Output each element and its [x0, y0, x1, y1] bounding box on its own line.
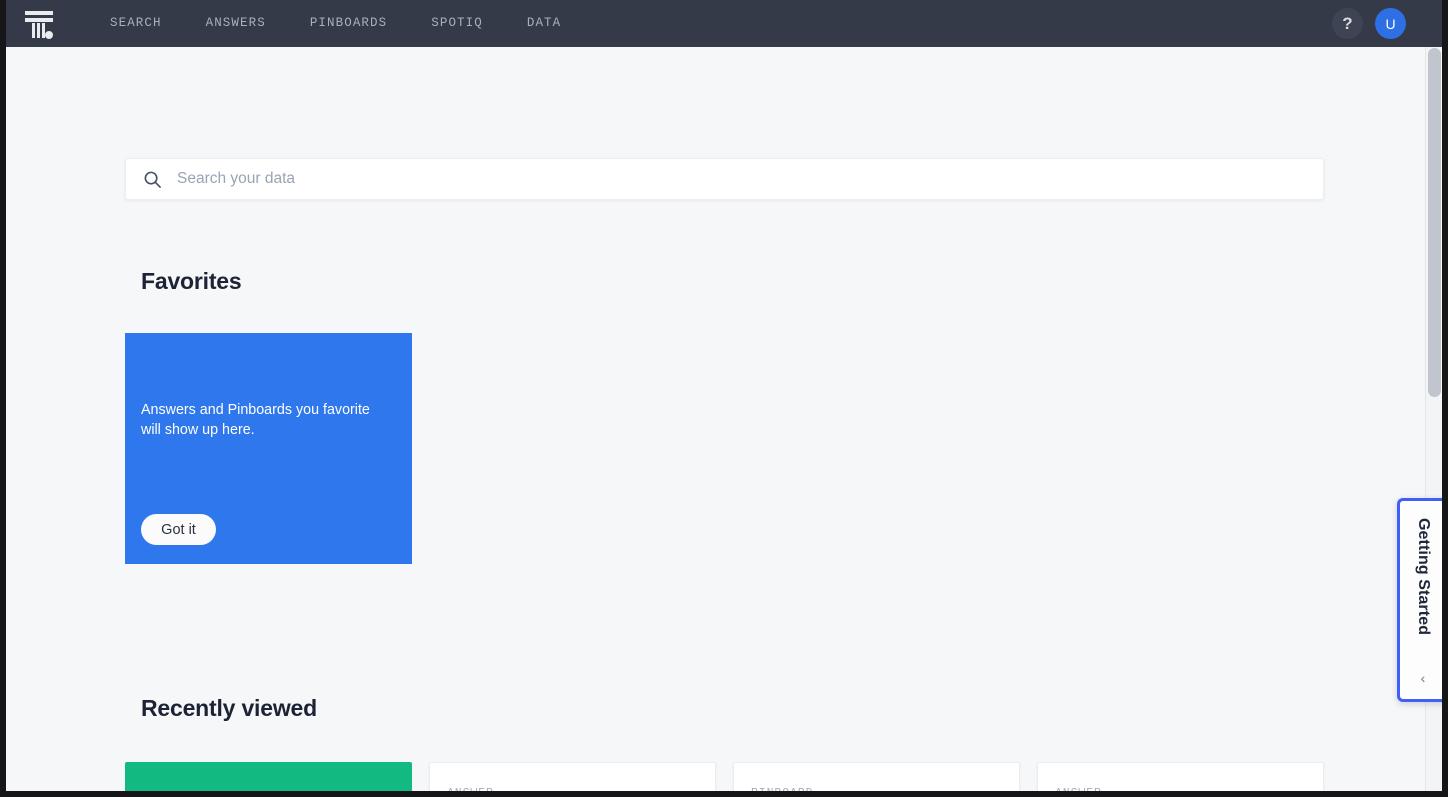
getting-started-label[interactable]: Getting Started	[1414, 518, 1432, 635]
logo-stem-middle	[37, 22, 40, 38]
search-icon	[144, 171, 161, 188]
page-viewport: SEARCH ANSWERS PINBOARDS SPOTIQ DATA ? U	[6, 0, 1442, 791]
nav-link-spotiq[interactable]: SPOTIQ	[409, 0, 505, 47]
search-input[interactable]	[175, 169, 1296, 189]
nav-link-search[interactable]: SEARCH	[88, 0, 184, 47]
favorites-empty-message: Answers and Pinboards you favorite will …	[141, 402, 370, 438]
app-logo-button[interactable]	[6, 0, 72, 47]
thoughtspot-logo-icon	[24, 9, 54, 39]
list-item[interactable]: ANSWER	[429, 762, 716, 791]
card-kind-label: ANSWER	[447, 787, 494, 791]
logo-stem-left	[32, 22, 35, 38]
got-it-button[interactable]: Got it	[141, 514, 216, 545]
browser-window-frame: SEARCH ANSWERS PINBOARDS SPOTIQ DATA ? U	[0, 0, 1448, 797]
chevron-left-icon[interactable]: ‹	[1403, 670, 1442, 686]
card-kind-label: PINBOARD	[751, 787, 813, 791]
logo-dot	[45, 30, 53, 39]
help-icon[interactable]: ?	[1332, 8, 1363, 39]
list-item[interactable]	[125, 762, 412, 791]
scrollbar-thumb[interactable]	[1428, 48, 1441, 397]
getting-started-inner: Getting Started ‹	[1403, 504, 1442, 696]
favorites-section-title: Favorites	[141, 268, 242, 294]
top-navigation-bar: SEARCH ANSWERS PINBOARDS SPOTIQ DATA ? U	[6, 0, 1442, 47]
nav-link-answers[interactable]: ANSWERS	[184, 0, 288, 47]
getting-started-panel[interactable]: Getting Started ‹	[1397, 498, 1442, 702]
card-kind-label: ANSWER	[1055, 787, 1102, 791]
list-item[interactable]: ANSWER	[1037, 762, 1324, 791]
nav-links: SEARCH ANSWERS PINBOARDS SPOTIQ DATA	[88, 0, 583, 47]
nav-right-actions: ? U	[1332, 0, 1406, 47]
logo-bar-second	[25, 17, 53, 22]
search-bar[interactable]	[125, 158, 1324, 200]
logo-bar-top	[25, 10, 53, 15]
search-bar-row	[125, 158, 1324, 200]
avatar[interactable]: U	[1375, 8, 1406, 39]
list-item[interactable]: PINBOARD	[733, 762, 1020, 791]
nav-link-pinboards[interactable]: PINBOARDS	[288, 0, 409, 47]
recently-viewed-cards-row: ANSWER PINBOARD ANSWER	[125, 762, 1325, 791]
recently-viewed-section-title: Recently viewed	[141, 695, 317, 721]
favorites-empty-state-card: Answers and Pinboards you favorite will …	[125, 333, 412, 564]
home-page-body: Favorites Answers and Pinboards you favo…	[6, 47, 1425, 791]
nav-link-data[interactable]: DATA	[505, 0, 583, 47]
